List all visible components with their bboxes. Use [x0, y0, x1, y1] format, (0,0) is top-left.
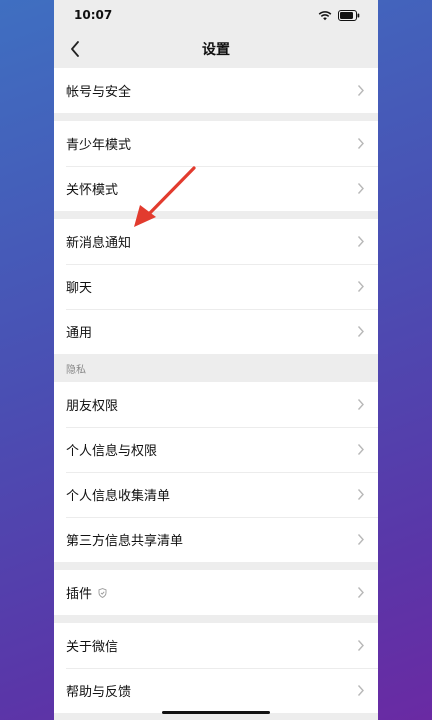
settings-item-label-wrap: 插件 [66, 583, 356, 602]
settings-item-third-party-sharing-list[interactable]: 第三方信息共享清单 [54, 517, 378, 562]
settings-group-about: 关于微信 帮助与反馈 [54, 623, 378, 713]
chevron-right-icon [356, 398, 366, 412]
settings-item-chat[interactable]: 聊天 [54, 264, 378, 309]
settings-item-care-mode[interactable]: 关怀模式 [54, 166, 378, 211]
settings-item-label: 通用 [66, 326, 93, 341]
settings-item-personal-info-collection-list[interactable]: 个人信息收集清单 [54, 472, 378, 517]
settings-item-label: 聊天 [66, 281, 93, 296]
settings-item-new-message-notifications[interactable]: 新消息通知 [54, 219, 378, 264]
chevron-right-icon [356, 182, 366, 196]
settings-item-label: 第三方信息共享清单 [66, 534, 184, 549]
settings-item-friend-permissions[interactable]: 朋友权限 [54, 382, 378, 427]
chevron-left-icon[interactable] [62, 36, 88, 62]
chevron-right-icon [356, 684, 366, 698]
settings-item-help-feedback[interactable]: 帮助与反馈 [54, 668, 378, 713]
settings-item-label: 个人信息收集清单 [66, 489, 171, 504]
battery-icon [338, 6, 360, 25]
chevron-right-icon [356, 137, 366, 151]
settings-item-label: 插件 [66, 587, 93, 602]
settings-item-teen-mode[interactable]: 青少年模式 [54, 121, 378, 166]
settings-item-about-wechat[interactable]: 关于微信 [54, 623, 378, 668]
chevron-right-icon [356, 488, 366, 502]
settings-item-label: 帐号与安全 [66, 85, 132, 100]
settings-item-plugins[interactable]: 插件 [54, 570, 378, 615]
chevron-right-icon [356, 280, 366, 294]
settings-item-label: 新消息通知 [66, 236, 132, 251]
settings-item-label: 帮助与反馈 [66, 685, 132, 700]
chevron-right-icon [356, 235, 366, 249]
chevron-right-icon [356, 325, 366, 339]
chevron-right-icon [356, 639, 366, 653]
settings-group-account: 帐号与安全 [54, 68, 378, 113]
settings-item-personal-info-permissions[interactable]: 个人信息与权限 [54, 427, 378, 472]
settings-group-modes: 青少年模式 关怀模式 [54, 121, 378, 211]
chevron-right-icon [356, 533, 366, 547]
chevron-right-icon [356, 443, 366, 457]
status-bar: 10:07 [54, 0, 378, 30]
chevron-right-icon [356, 84, 366, 98]
wifi-icon [318, 6, 332, 25]
navigation-bar: 设置 [54, 30, 378, 68]
settings-item-label: 个人信息与权限 [66, 444, 158, 459]
settings-item-label: 关于微信 [66, 640, 119, 655]
section-header-privacy: 隐私 [66, 364, 86, 376]
settings-item-general[interactable]: 通用 [54, 309, 378, 354]
status-icons [318, 6, 360, 25]
page-title: 设置 [202, 42, 230, 58]
status-time: 10:07 [74, 8, 113, 22]
settings-item-label: 青少年模式 [66, 138, 132, 153]
home-indicator [162, 711, 270, 714]
settings-group-messaging: 新消息通知 聊天 通用 [54, 219, 378, 354]
shield-icon [98, 587, 107, 598]
settings-group-privacy: 朋友权限 个人信息与权限 个人信息收集清单 第三方信息共享清单 [54, 382, 378, 562]
settings-item-label: 朋友权限 [66, 399, 119, 414]
settings-item-account-security[interactable]: 帐号与安全 [54, 68, 378, 113]
chevron-right-icon [356, 586, 366, 600]
settings-group-plugins: 插件 [54, 570, 378, 615]
settings-item-label: 关怀模式 [66, 183, 119, 198]
settings-screen: 10:07 设置 帐号与安全 青少年模式 关怀模式 新消息通知 聊天 通用 隐私… [54, 0, 378, 720]
